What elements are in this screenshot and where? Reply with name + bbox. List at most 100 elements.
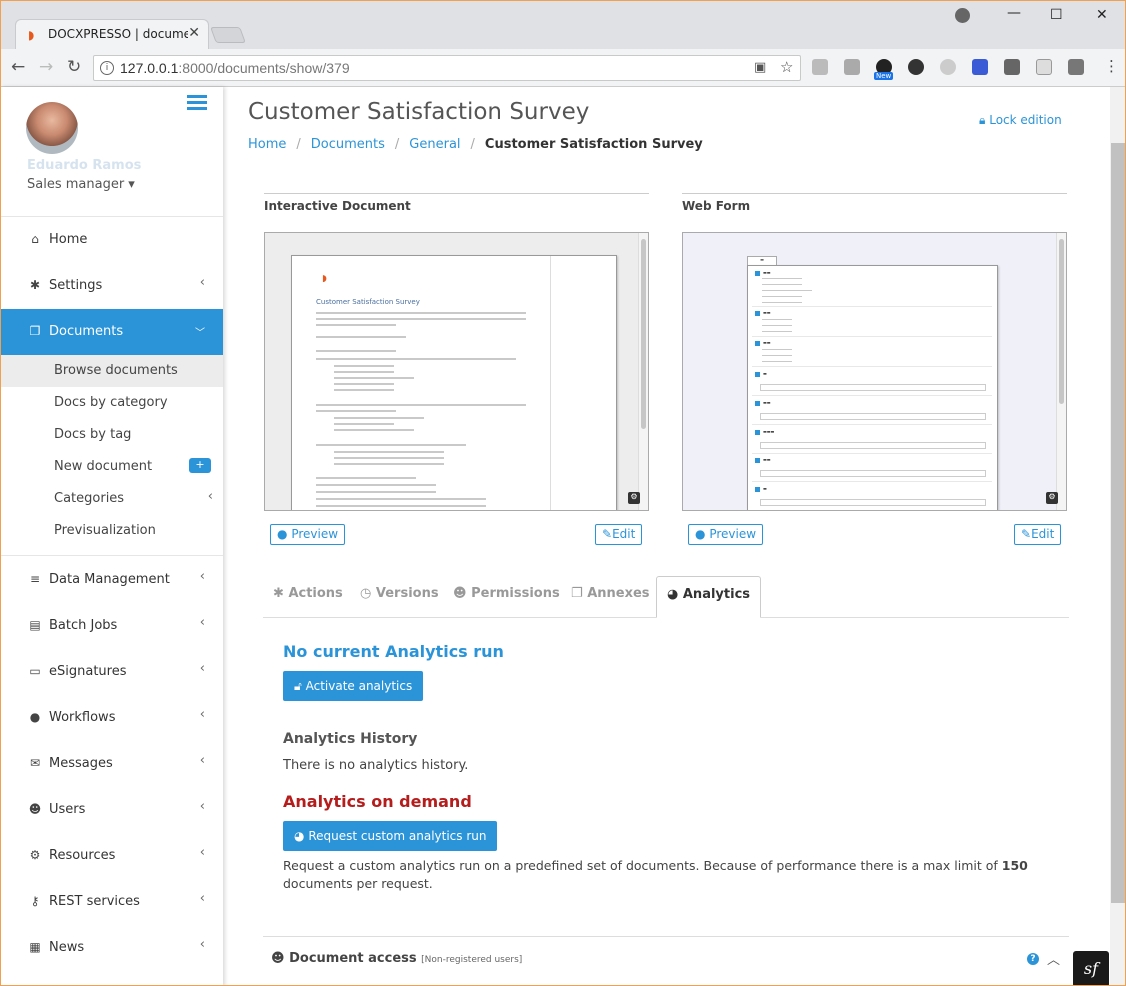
- translate-icon[interactable]: ▣: [754, 60, 766, 75]
- browser-toolbar: ← → ↻ i 127.0.0.1:8000/documents/show/37…: [1, 49, 1125, 87]
- account-icon[interactable]: [955, 8, 970, 23]
- breadcrumb-documents[interactable]: Documents: [311, 137, 385, 152]
- document-heading: Customer Satisfaction Survey: [316, 298, 420, 306]
- document-tabs: ✱ Actions ◷ Versions ☻ Permissions ❐ Ann…: [263, 576, 1069, 618]
- tab-annexes[interactable]: ❐ Annexes: [571, 586, 650, 601]
- chevron-left-icon: ‹: [199, 275, 205, 290]
- sidebar-subitem-docs-by-tag[interactable]: Docs by tag: [1, 419, 223, 451]
- pane-divider: [264, 193, 649, 194]
- bookmark-star-icon[interactable]: ☆: [780, 58, 793, 76]
- tab-permissions[interactable]: ☻ Permissions: [453, 586, 560, 601]
- frame-scrollbar[interactable]: [1056, 233, 1066, 510]
- address-bar[interactable]: i 127.0.0.1:8000/documents/show/379 ▣ ☆: [93, 55, 801, 81]
- wrench-icon: ✎: [1021, 527, 1032, 541]
- activate-analytics-button[interactable]: 🔓︎ Activate analytics: [283, 671, 424, 701]
- document-access-panel[interactable]: ☻ Document access [Non-registered users]…: [263, 936, 1069, 985]
- hamburger-menu-icon[interactable]: [187, 95, 207, 111]
- edit-label: Edit: [612, 527, 636, 541]
- extension-accessibility-icon[interactable]: [972, 59, 988, 75]
- tab-label: Versions: [375, 586, 439, 601]
- sidebar-item-workflows[interactable]: ● Workflows ‹: [1, 695, 223, 741]
- interactive-document-frame[interactable]: ◗ Customer Satisfaction Survey ⚙: [264, 232, 649, 511]
- sidebar-item-users[interactable]: ☻ Users ‹: [1, 787, 223, 833]
- extension-pdf-icon[interactable]: [844, 59, 860, 75]
- sidebar-item-rest-services[interactable]: ⚷ REST services ‹: [1, 879, 223, 925]
- sidebar-item-messages[interactable]: ✉ Messages ‹: [1, 741, 223, 787]
- subitem-label: Docs by tag: [54, 427, 132, 442]
- new-tab-button[interactable]: [210, 27, 246, 43]
- chevron-left-icon: ‹: [207, 489, 213, 504]
- gear-icon: ✱: [29, 278, 41, 292]
- subitem-label: Docs by category: [54, 395, 168, 410]
- sidebar-item-label: Documents: [49, 324, 124, 339]
- preview-document-button[interactable]: ● Preview: [270, 524, 346, 545]
- plus-icon[interactable]: +: [189, 458, 211, 473]
- sidebar-item-settings[interactable]: ✱ Settings ‹: [1, 263, 223, 309]
- request-custom-analytics-button[interactable]: ◕ Request custom analytics run: [283, 821, 498, 851]
- preview-label: Preview: [291, 527, 339, 541]
- breadcrumb-home[interactable]: Home: [248, 137, 286, 152]
- page-scrollbar-thumb[interactable]: [1111, 143, 1125, 903]
- sidebar-subitem-browse-documents[interactable]: Browse documents: [1, 355, 223, 387]
- globe-icon: ●: [695, 527, 706, 541]
- sidebar-item-esignatures[interactable]: ▭ eSignatures ‹: [1, 649, 223, 695]
- minimize-icon[interactable]: —: [1007, 5, 1021, 21]
- frame-settings-icon[interactable]: ⚙: [1046, 492, 1058, 504]
- edit-document-button[interactable]: ✎Edit: [595, 524, 643, 545]
- user-icon: ☻: [271, 951, 285, 966]
- extension-pocket-icon[interactable]: [1004, 59, 1020, 75]
- sidebar-item-home[interactable]: ⌂ Home: [1, 217, 223, 263]
- sidebar-item-data-management[interactable]: ≡ Data Management ‹: [1, 557, 223, 603]
- chevron-left-icon: ‹: [199, 661, 205, 676]
- pie-chart-icon: ◕: [667, 587, 679, 602]
- chevron-left-icon: ‹: [199, 615, 205, 630]
- sidebar-item-resources[interactable]: ⚙ Resources ‹: [1, 833, 223, 879]
- web-form-frame[interactable]: ▬ ▬▬ ▬▬ ▬▬ ▬ ▬▬ ▬▬▬ ▬▬ ▬ ⚙: [682, 232, 1067, 511]
- forward-icon[interactable]: →: [39, 57, 53, 77]
- close-tab-icon[interactable]: ✕: [188, 25, 200, 41]
- copy-icon: ❐: [571, 586, 583, 601]
- extension-bag-icon[interactable]: [1068, 59, 1084, 75]
- symfony-toolbar-icon[interactable]: sf: [1073, 951, 1109, 985]
- preview-web-form-button[interactable]: ● Preview: [688, 524, 764, 545]
- extension-g-icon[interactable]: [812, 59, 828, 75]
- lock-edition-link[interactable]: 🔒︎ Lock edition: [979, 113, 1062, 128]
- tab-analytics[interactable]: ◕ Analytics: [656, 576, 762, 618]
- sidebar-item-documents[interactable]: ❐ Documents ﹀: [1, 309, 223, 355]
- new-badge: New: [874, 72, 894, 80]
- maximize-icon[interactable]: ☐: [1050, 7, 1063, 23]
- frame-scrollbar[interactable]: [638, 233, 648, 510]
- reload-icon[interactable]: ↻: [67, 57, 81, 77]
- sidebar-item-batch-jobs[interactable]: ▤ Batch Jobs ‹: [1, 603, 223, 649]
- help-icon[interactable]: ?: [1027, 953, 1039, 965]
- tab-versions[interactable]: ◷ Versions: [360, 586, 439, 601]
- browser-menu-icon[interactable]: ⋮: [1104, 57, 1119, 75]
- back-icon[interactable]: ←: [11, 57, 25, 77]
- extension-gear-icon[interactable]: [940, 59, 956, 75]
- subitem-label: Previsualization: [54, 523, 156, 538]
- user-name: Eduardo Ramos: [27, 158, 142, 173]
- extension-w-icon[interactable]: [908, 59, 924, 75]
- request-text: Request a custom analytics run on a pred…: [283, 858, 1002, 873]
- sidebar-subitem-new-document[interactable]: New document +: [1, 451, 223, 483]
- extension-doc-icon[interactable]: [1036, 59, 1052, 75]
- page-scrollbar[interactable]: [1110, 87, 1125, 985]
- user-role-dropdown[interactable]: Sales manager ▾: [27, 177, 135, 192]
- breadcrumb-general[interactable]: General: [409, 137, 460, 152]
- sidebar-item-label: Data Management: [49, 572, 170, 587]
- frame-settings-icon[interactable]: ⚙: [628, 492, 640, 504]
- sidebar-item-news[interactable]: ▦ News ‹: [1, 925, 223, 971]
- sidebar-subitem-docs-by-category[interactable]: Docs by category: [1, 387, 223, 419]
- edit-web-form-button[interactable]: ✎Edit: [1014, 524, 1062, 545]
- document-page-preview: ◗ Customer Satisfaction Survey: [291, 255, 617, 510]
- sidebar-subitem-previsualization[interactable]: Previsualization: [1, 515, 223, 547]
- sidebar-subitem-categories[interactable]: Categories ‹: [1, 483, 223, 515]
- window-close-icon[interactable]: ✕: [1096, 7, 1108, 23]
- sidebar-item-label: REST services: [49, 894, 140, 909]
- info-icon[interactable]: i: [100, 61, 114, 75]
- request-description: Request a custom analytics run on a pred…: [283, 857, 1043, 893]
- unlock-icon: 🔓︎: [294, 679, 302, 693]
- tab-actions[interactable]: ✱ Actions: [273, 586, 343, 601]
- browser-tab[interactable]: ◗ DOCXPRESSO | documen ✕: [15, 19, 209, 49]
- chevron-up-icon[interactable]: ︿: [1047, 949, 1060, 968]
